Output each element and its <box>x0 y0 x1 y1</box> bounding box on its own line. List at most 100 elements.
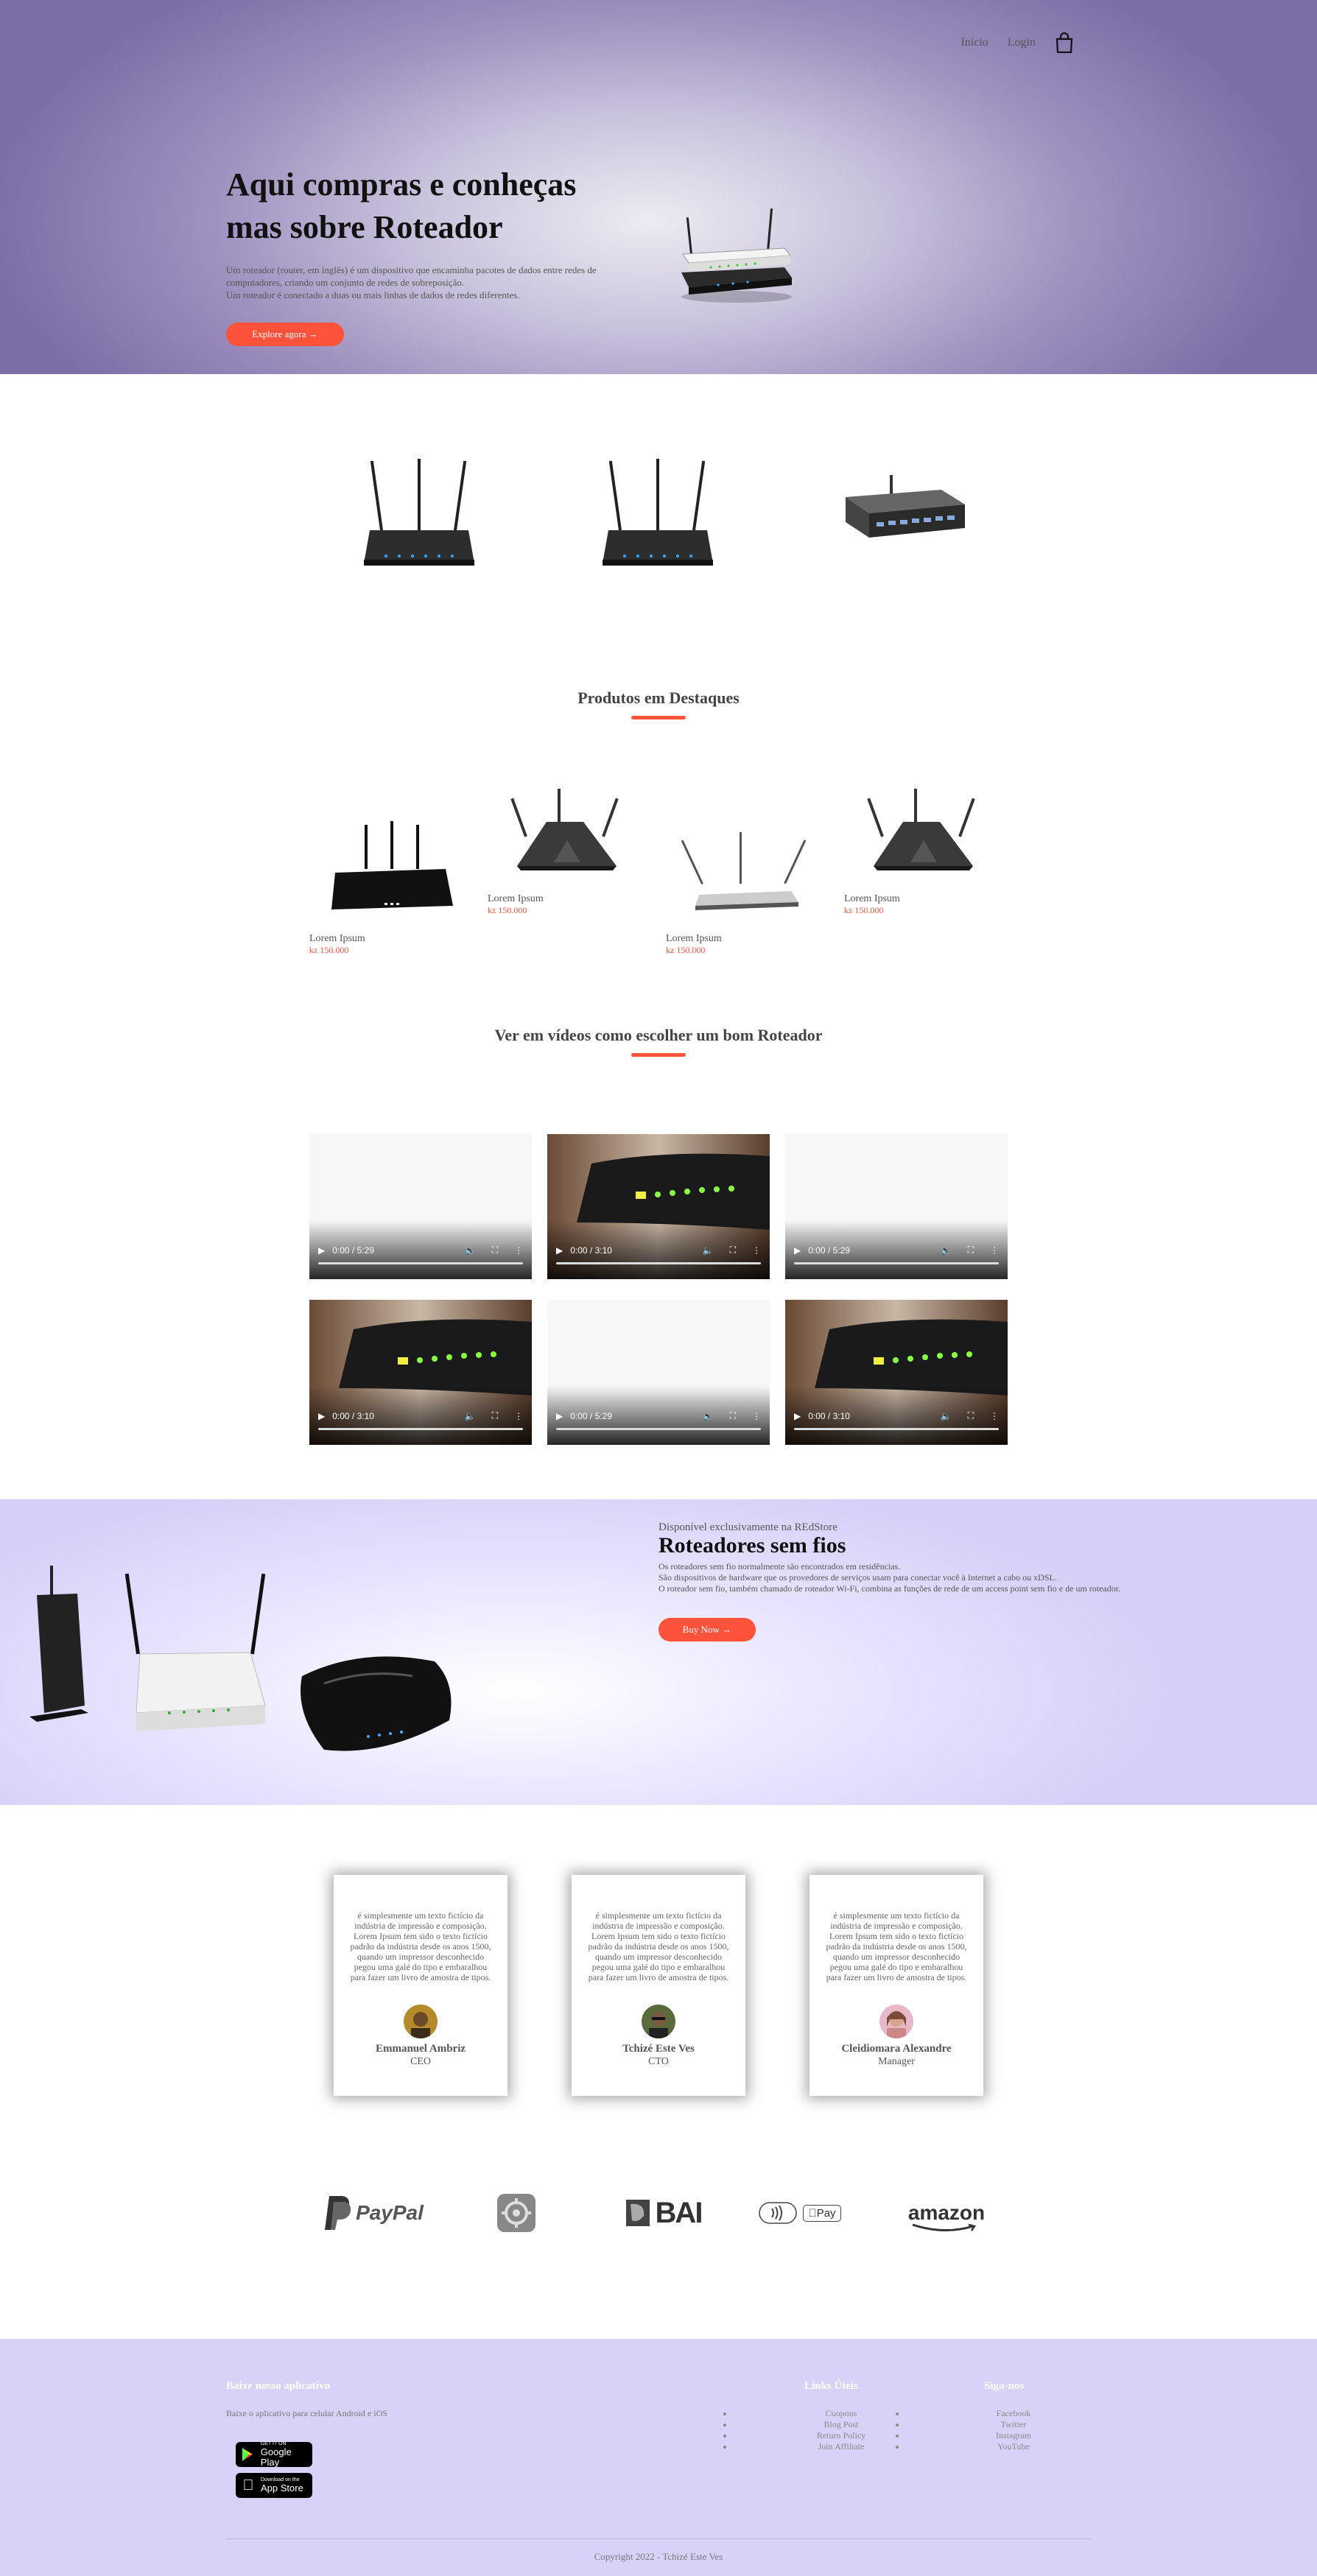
product-name: Lorem Ipsum <box>666 933 722 944</box>
video-progress-bar[interactable] <box>794 1428 999 1430</box>
more-options-icon[interactable]: ⋮ <box>990 1411 999 1421</box>
video-controls: ▶ 0:00 / 3:10 🔈 ⛶ ⋮ <box>556 1245 761 1256</box>
product-card[interactable]: Lorem Ipsum kz 150.000 <box>844 778 999 916</box>
hero-title-line1: Aqui compras e conheças <box>226 166 577 203</box>
footer-social-link[interactable]: Twitter <box>906 2419 1062 2430</box>
video-progress-bar[interactable] <box>794 1262 999 1264</box>
offer-description: Os roteadores sem fio normalmente são en… <box>658 1561 1248 1594</box>
fullscreen-icon[interactable]: ⛶ <box>492 1245 498 1256</box>
video-time: 0:00 / 3:10 <box>332 1410 374 1421</box>
category-router-1[interactable] <box>349 446 489 582</box>
fullscreen-icon[interactable]: ⛶ <box>730 1245 736 1256</box>
testimonial-name: Emmanuel Ambriz <box>375 2043 466 2055</box>
video-progress-bar[interactable] <box>318 1428 523 1430</box>
paypal-wordmark: PayPal <box>356 2201 424 2224</box>
footer-link[interactable]: Return Policy <box>734 2430 890 2441</box>
volume-icon[interactable]: 🔈 <box>465 1411 476 1421</box>
video-player[interactable]: ▶ 0:00 / 3:10 🔈 ⛶ ⋮ <box>309 1300 532 1445</box>
google-play-text: GET IT ON Google Play <box>261 2441 312 2468</box>
product-price: kz 150.000 <box>666 945 706 955</box>
footer-social-link[interactable]: YouTube <box>906 2441 1062 2452</box>
video-time: 0:00 / 5:29 <box>332 1245 374 1256</box>
buy-now-button[interactable]: Buy Now → <box>658 1618 756 1641</box>
footer-app-title: Baixe nosso aplicativo <box>226 2380 330 2392</box>
hero-section: Início Login Aqui compras e conheças mas… <box>0 0 1317 374</box>
cart-icon[interactable] <box>1055 32 1074 54</box>
testimonial-text: é simplesmente um texto fictício da indú… <box>826 1910 967 1982</box>
footer-link[interactable]: Join Affiliate <box>734 2441 890 2452</box>
play-icon[interactable]: ▶ <box>318 1245 325 1256</box>
volume-icon[interactable]: 🔈 <box>703 1245 714 1256</box>
offer-text-line3: O roteador sem fio, também chamado de ro… <box>658 1583 1121 1594</box>
fullscreen-icon[interactable]: ⛶ <box>968 1410 974 1421</box>
amazon-wordmark-wrap: amazon <box>908 2201 985 2231</box>
video-player[interactable]: ▶ 0:00 / 5:29 🔈 ⛶ ⋮ <box>785 1134 1008 1279</box>
product-name: Lorem Ipsum <box>488 893 544 904</box>
contactless-icon <box>759 2202 798 2224</box>
volume-icon[interactable]: 🔈 <box>703 1411 714 1421</box>
play-icon[interactable]: ▶ <box>794 1245 801 1256</box>
video-controls: ▶ 0:00 / 3:10 🔈 ⛶ ⋮ <box>794 1410 999 1421</box>
testimonial-card: é simplesmente um texto fictício da indú… <box>334 1875 508 2096</box>
play-icon[interactable]: ▶ <box>556 1245 563 1256</box>
video-progress-bar[interactable] <box>556 1262 761 1264</box>
volume-icon[interactable]: 🔈 <box>465 1245 476 1256</box>
video-progress-bar[interactable] <box>318 1262 523 1264</box>
play-icon[interactable]: ▶ <box>318 1411 325 1421</box>
more-options-icon[interactable]: ⋮ <box>514 1411 523 1421</box>
video-time: 0:00 / 3:10 <box>570 1245 612 1256</box>
footer-social-link[interactable]: Instagram <box>906 2430 1062 2441</box>
product-card[interactable]: Lorem Ipsum kz 150.000 <box>309 817 464 956</box>
footer-follow-title: Siga-nos <box>984 2380 1025 2392</box>
top-nav: Início Login <box>960 32 1074 54</box>
video-player[interactable]: ▶ 0:00 / 5:29 🔈 ⛶ ⋮ <box>547 1300 770 1445</box>
play-icon[interactable]: ▶ <box>556 1411 563 1421</box>
footer-social-link[interactable]: Facebook <box>906 2408 1062 2419</box>
fullscreen-icon[interactable]: ⛶ <box>968 1245 974 1256</box>
footer-link[interactable]: Cuopons <box>734 2408 890 2419</box>
amazon-logo: amazon <box>906 2187 987 2239</box>
product-image <box>510 789 619 870</box>
offer-title: Roteadores sem fios <box>658 1533 846 1558</box>
product-card[interactable]: Lorem Ipsum kz 150.000 <box>488 778 642 916</box>
google-play-big: Google Play <box>260 2446 292 2468</box>
more-options-icon[interactable]: ⋮ <box>752 1411 761 1421</box>
hero-title-line2: mas sobre Roteador <box>226 209 503 245</box>
fullscreen-icon[interactable]: ⛶ <box>492 1410 498 1421</box>
offer-text-line1: Os roteadores sem fio normalmente são en… <box>658 1561 901 1572</box>
footer-link[interactable]: Blog Post <box>734 2419 890 2430</box>
more-options-icon[interactable]: ⋮ <box>752 1245 761 1256</box>
video-controls: ▶ 0:00 / 5:29 🔈 ⛶ ⋮ <box>318 1245 523 1256</box>
volume-icon[interactable]: 🔈 <box>941 1245 952 1256</box>
fullscreen-icon[interactable]: ⛶ <box>730 1410 736 1421</box>
apple-pay-logo: Pay <box>756 2187 844 2239</box>
footer-divider <box>226 2538 1091 2539</box>
product-image <box>867 789 975 870</box>
volume-icon[interactable]: 🔈 <box>941 1411 952 1421</box>
nav-inicio-link[interactable]: Início <box>960 36 988 49</box>
hero-text-line1: Um roteador (router, em inglês) é um dis… <box>226 264 597 275</box>
testimonial-card: é simplesmente um texto fictício da indú… <box>809 1875 983 2096</box>
testimonial-text: é simplesmente um texto fictício da indú… <box>350 1910 491 1982</box>
nav-login-link[interactable]: Login <box>1008 36 1036 49</box>
video-player[interactable]: ▶ 0:00 / 5:29 🔈 ⛶ ⋮ <box>309 1134 532 1279</box>
hero-text-line2: computadores, criando um conjunto de red… <box>226 277 465 288</box>
product-name: Lorem Ipsum <box>309 933 365 944</box>
category-rack-router[interactable] <box>831 446 971 582</box>
video-player[interactable]: ▶ 0:00 / 3:10 🔈 ⛶ ⋮ <box>785 1300 1008 1445</box>
product-card[interactable]: Lorem Ipsum kz 150.000 <box>666 817 821 956</box>
more-options-icon[interactable]: ⋮ <box>990 1245 999 1256</box>
google-play-badge[interactable]: GET IT ON Google Play <box>236 2441 312 2468</box>
more-options-icon[interactable]: ⋮ <box>514 1245 523 1256</box>
video-progress-bar[interactable] <box>556 1428 761 1430</box>
video-controls: ▶ 0:00 / 5:29 🔈 ⛶ ⋮ <box>556 1410 761 1421</box>
app-store-text: Download on the App Store <box>261 2477 303 2494</box>
play-icon[interactable]: ▶ <box>794 1411 801 1421</box>
video-player[interactable]: ▶ 0:00 / 3:10 🔈 ⛶ ⋮ <box>547 1134 770 1279</box>
product-price: kz 150.000 <box>309 945 349 955</box>
app-store-badge[interactable]:  Download on theApp Store <box>236 2473 312 2498</box>
footer-links-title: Links Úteis <box>804 2380 858 2392</box>
testimonial-role: CEO <box>410 2056 431 2067</box>
explore-button[interactable]: Explore agora → <box>226 323 344 346</box>
category-router-2[interactable] <box>588 446 728 582</box>
